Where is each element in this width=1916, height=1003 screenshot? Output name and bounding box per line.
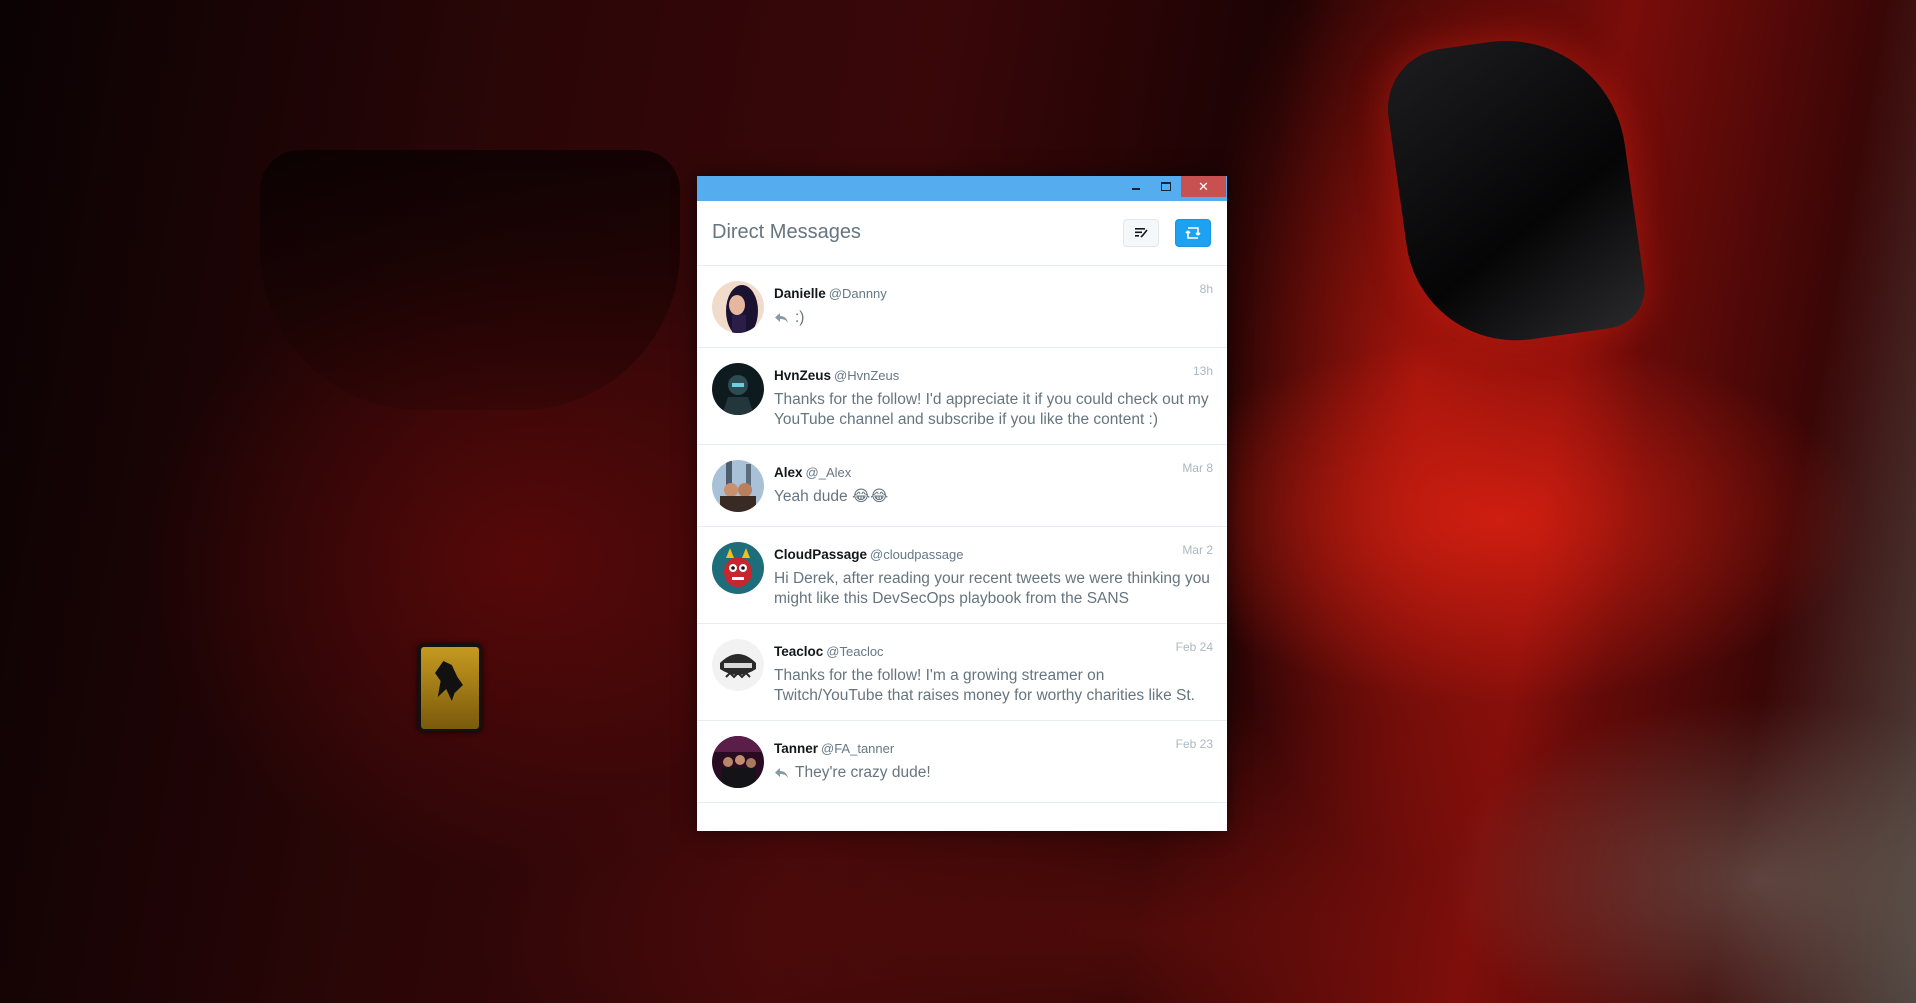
direct-messages-window: ✕ Direct Messages Danielle @Dannny 8h:)…: [697, 176, 1227, 831]
close-icon: ✕: [1198, 179, 1209, 194]
message-text: They're crazy dude!: [795, 764, 931, 781]
sender-handle: @_Alex: [805, 465, 852, 480]
mark-all-read-icon: [1135, 228, 1148, 238]
reply-icon: [775, 768, 788, 778]
sender-handle: @FA_tanner: [821, 741, 895, 756]
minimize-button[interactable]: [1121, 176, 1151, 197]
message-text: Hi Derek, after reading your recent twee…: [774, 570, 1210, 607]
reply-icon: [775, 313, 788, 323]
message-text: Yeah dude 😂😂: [774, 488, 889, 505]
header: Direct Messages: [697, 201, 1227, 266]
message-preview: They're crazy dude!: [774, 763, 1214, 783]
conversation-header: Danielle @Dannny: [774, 286, 887, 301]
conversation-item-alex[interactable]: Alex @_Alex Mar 8 Yeah dude 😂😂: [697, 445, 1227, 527]
message-text: Thanks for the follow! I'm a growing str…: [774, 667, 1195, 704]
conversation-header: CloudPassage @cloudpassage: [774, 547, 963, 562]
avatar: [712, 281, 764, 333]
message-preview: Hi Derek, after reading your recent twee…: [774, 569, 1214, 609]
new-message-icon: [1185, 227, 1201, 239]
maximize-icon: [1161, 182, 1171, 191]
sender-handle: @HvnZeus: [834, 368, 900, 383]
message-time: 13h: [1192, 364, 1213, 378]
avatar: [712, 460, 764, 512]
message-time: 8h: [1199, 282, 1213, 296]
sender-handle: @Dannny: [828, 286, 887, 301]
avatar: [712, 639, 764, 691]
sender-name: Teacloc: [774, 644, 824, 659]
message-time: Mar 2: [1182, 543, 1213, 557]
minimize-icon: [1132, 187, 1140, 190]
conversation-header: Tanner @FA_tanner: [774, 741, 894, 756]
sender-handle: @cloudpassage: [870, 547, 964, 562]
conversation-item-hvnzeus[interactable]: HvnZeus @HvnZeus 13h Thanks for the follo…: [697, 348, 1227, 445]
message-preview: Yeah dude 😂😂: [774, 487, 1214, 507]
conversation-item-cloudpassage[interactable]: CloudPassage @cloudpassage Mar 2 Hi Derek…: [697, 527, 1227, 624]
mark-all-read-button[interactable]: [1123, 219, 1159, 247]
message-preview: :): [774, 308, 1214, 328]
sender-name: HvnZeus: [774, 368, 832, 383]
sender-name: Danielle: [774, 286, 826, 301]
avatar: [712, 363, 764, 415]
window-titlebar[interactable]: ✕: [697, 176, 1227, 201]
message-preview: Thanks for the follow! I'm a growing str…: [774, 666, 1214, 706]
message-time: Feb 24: [1175, 640, 1213, 654]
conversation-header: HvnZeus @HvnZeus: [774, 368, 899, 383]
message-preview: Thanks for the follow! I'd appreciate it…: [774, 390, 1214, 430]
sender-name: Tanner: [774, 741, 819, 756]
sender-name: Alex: [774, 465, 803, 480]
wallpaper-headlight-shape: [1380, 25, 1650, 355]
conversation-item-teacloc[interactable]: Teacloc @Teacloc Feb 24 Thanks for the fo…: [697, 624, 1227, 721]
avatar: [712, 736, 764, 788]
message-text: Thanks for the follow! I'd appreciate it…: [774, 391, 1209, 428]
conversation-header: Teacloc @Teacloc: [774, 644, 884, 659]
conversation-header: Alex @_Alex: [774, 465, 851, 480]
maximize-button[interactable]: [1151, 176, 1181, 197]
message-text: :): [795, 309, 805, 326]
avatar: [712, 542, 764, 594]
message-time: Feb 23: [1175, 737, 1213, 751]
message-time: Mar 8: [1182, 461, 1213, 475]
close-button[interactable]: ✕: [1181, 176, 1226, 197]
page-title: Direct Messages: [712, 221, 861, 243]
new-message-button[interactable]: [1175, 219, 1211, 247]
wallpaper-hood-shape: [260, 150, 680, 410]
sender-name: CloudPassage: [774, 547, 868, 562]
wallpaper-car-badge: [418, 644, 482, 732]
conversation-item-danielle[interactable]: Danielle @Dannny 8h :): [697, 266, 1227, 348]
conversation-item-tanner[interactable]: Tanner @FA_tanner Feb 23 They're crazy du…: [697, 721, 1227, 803]
sender-handle: @Teacloc: [826, 644, 884, 659]
conversation-list: Danielle@Dannny 8h :) HvnZeus@HvnZeus: [697, 266, 1227, 803]
